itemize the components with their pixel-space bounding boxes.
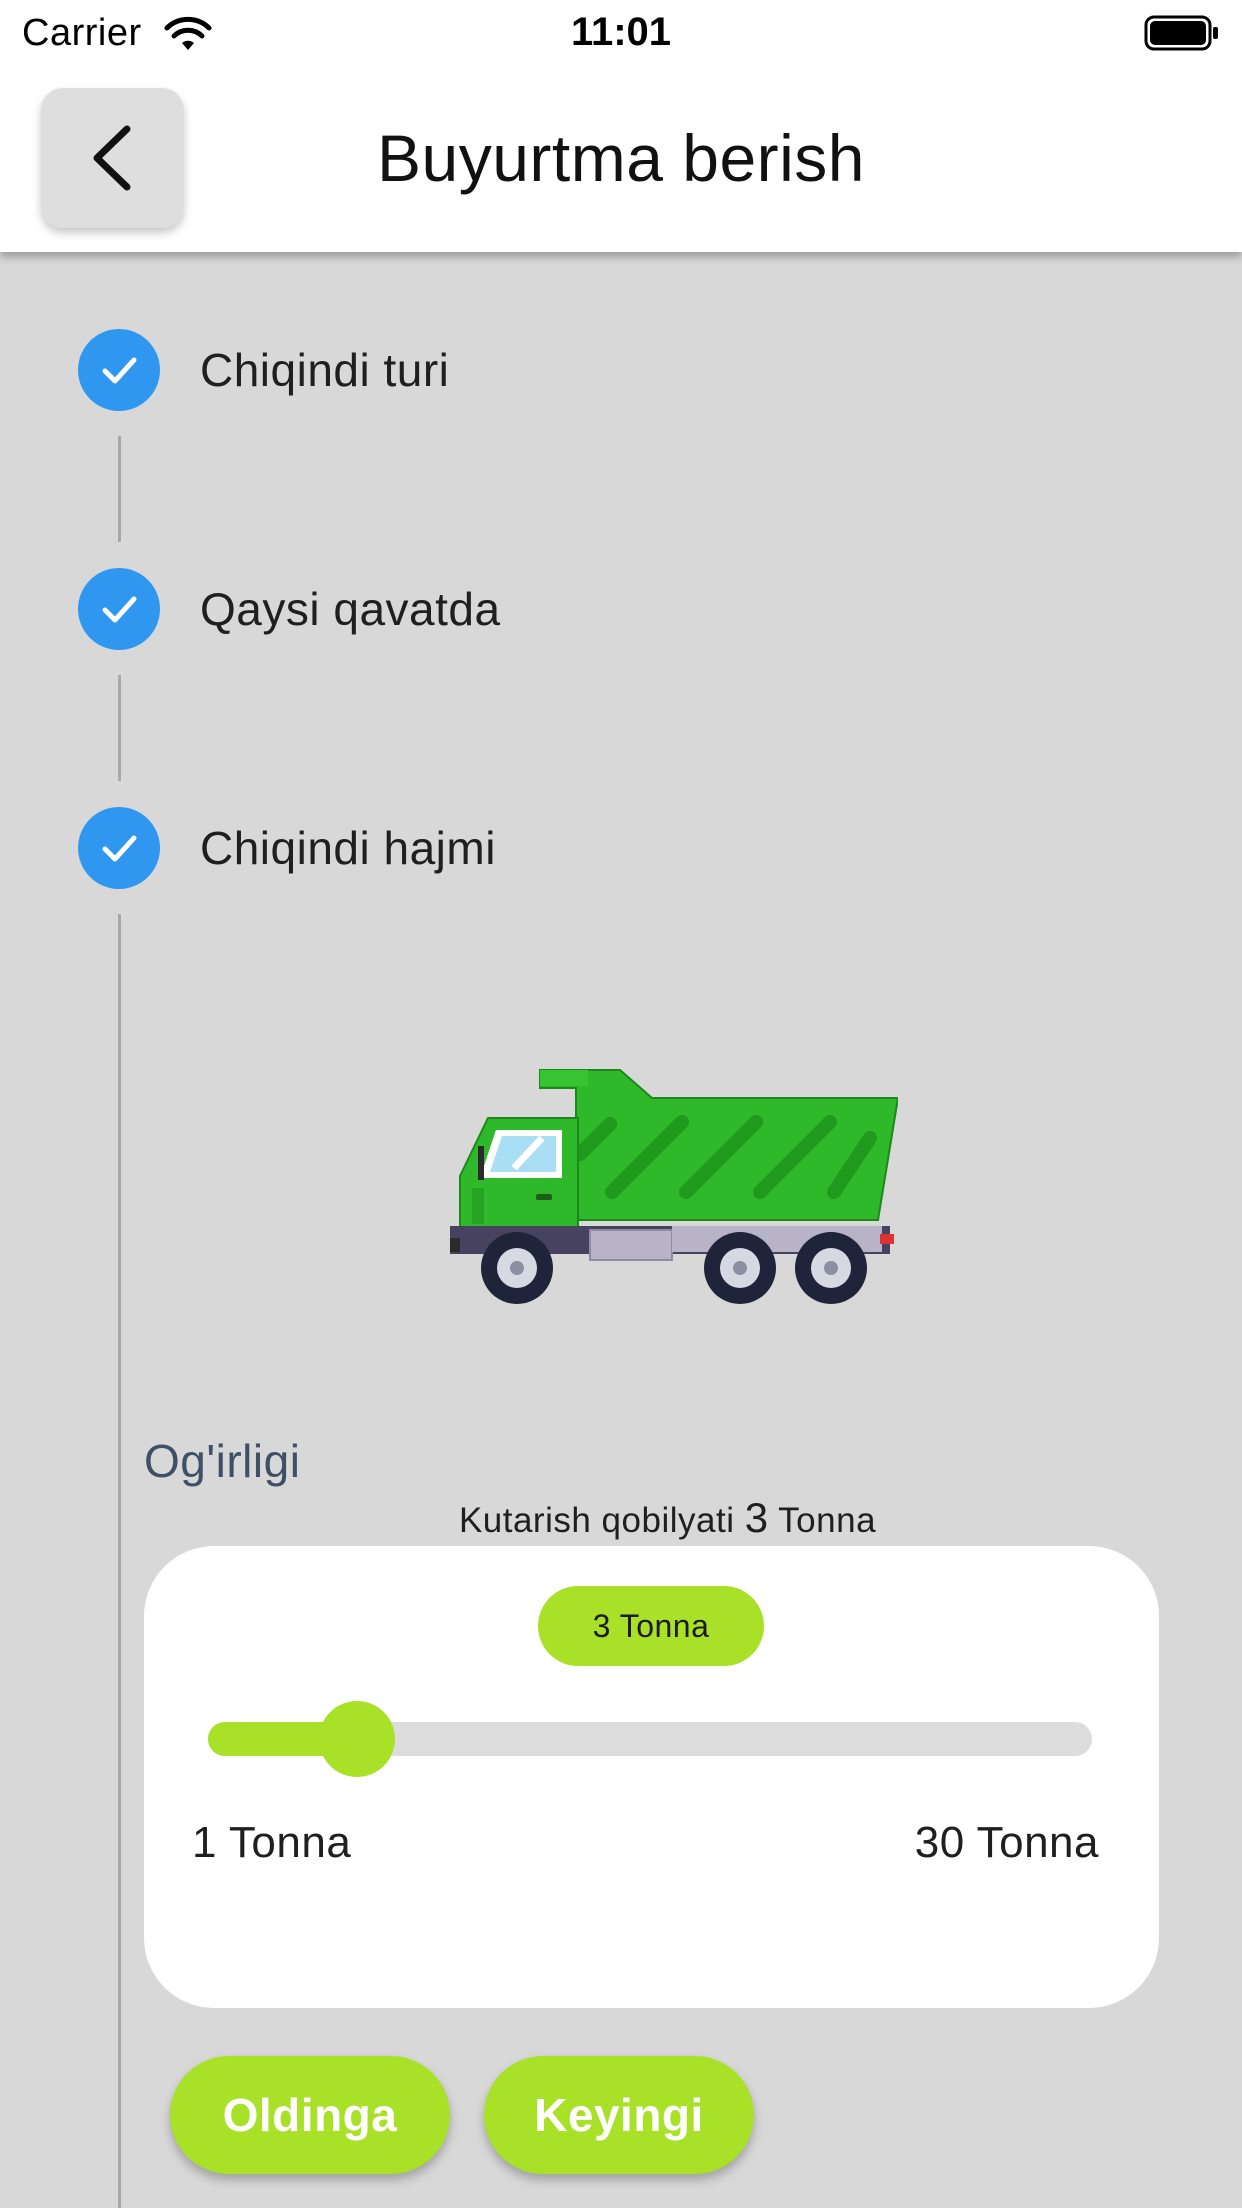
check-icon: [102, 596, 137, 623]
step-connector: [118, 436, 121, 542]
step-label: Chiqindi turi: [200, 344, 450, 396]
slider-value-bubble: 3 Tonna: [538, 1586, 764, 1666]
weight-slider-track[interactable]: [208, 1701, 1092, 1777]
step-connector: [118, 914, 121, 2208]
step-waste-type[interactable]: Chiqindi turi: [78, 328, 449, 412]
step-completed-indicator: [78, 568, 160, 650]
clock: 11:01: [570, 10, 672, 54]
step-connector: [118, 675, 121, 781]
slider-min-label: 1 Tonna: [192, 1818, 352, 1867]
next-button[interactable]: Keyingi: [484, 2056, 754, 2174]
dump-truck-illustration: [450, 1069, 898, 1304]
status-bar: Carrier 11:01: [0, 0, 1242, 70]
step-completed-indicator: [78, 329, 160, 411]
step-waste-volume[interactable]: Chiqindi hajmi: [78, 806, 496, 890]
step-label: Qaysi qavatda: [200, 583, 501, 635]
order-screen: Carrier 11:01 Buyurtma berish Chiqindi t: [0, 0, 1242, 2208]
previous-button[interactable]: Oldinga: [170, 2056, 450, 2174]
lifting-capacity-text: Kutarish qobilyati 3 Tonna: [144, 1494, 1191, 1542]
weight-label: Og'irligi: [144, 1435, 301, 1487]
weight-slider-card: 3 Tonna 1 Tonna 30 Tonna: [144, 1546, 1159, 2008]
step-floor[interactable]: Qaysi qavatda: [78, 567, 501, 651]
capacity-unit: Tonna: [778, 1501, 877, 1540]
page-title: Buyurtma berish: [376, 121, 866, 195]
battery-icon: [1144, 15, 1218, 51]
slider-max-label: 30 Tonna: [914, 1818, 1099, 1867]
capacity-value: 3: [744, 1494, 769, 1541]
step-completed-indicator: [78, 807, 160, 889]
app-header: Buyurtma berish: [0, 70, 1242, 252]
capacity-prefix: Kutarish qobilyati: [458, 1501, 735, 1540]
weight-slider-thumb[interactable]: [319, 1701, 396, 1777]
step-label: Chiqindi hajmi: [200, 822, 496, 874]
check-icon: [102, 835, 137, 862]
check-icon: [102, 357, 137, 384]
